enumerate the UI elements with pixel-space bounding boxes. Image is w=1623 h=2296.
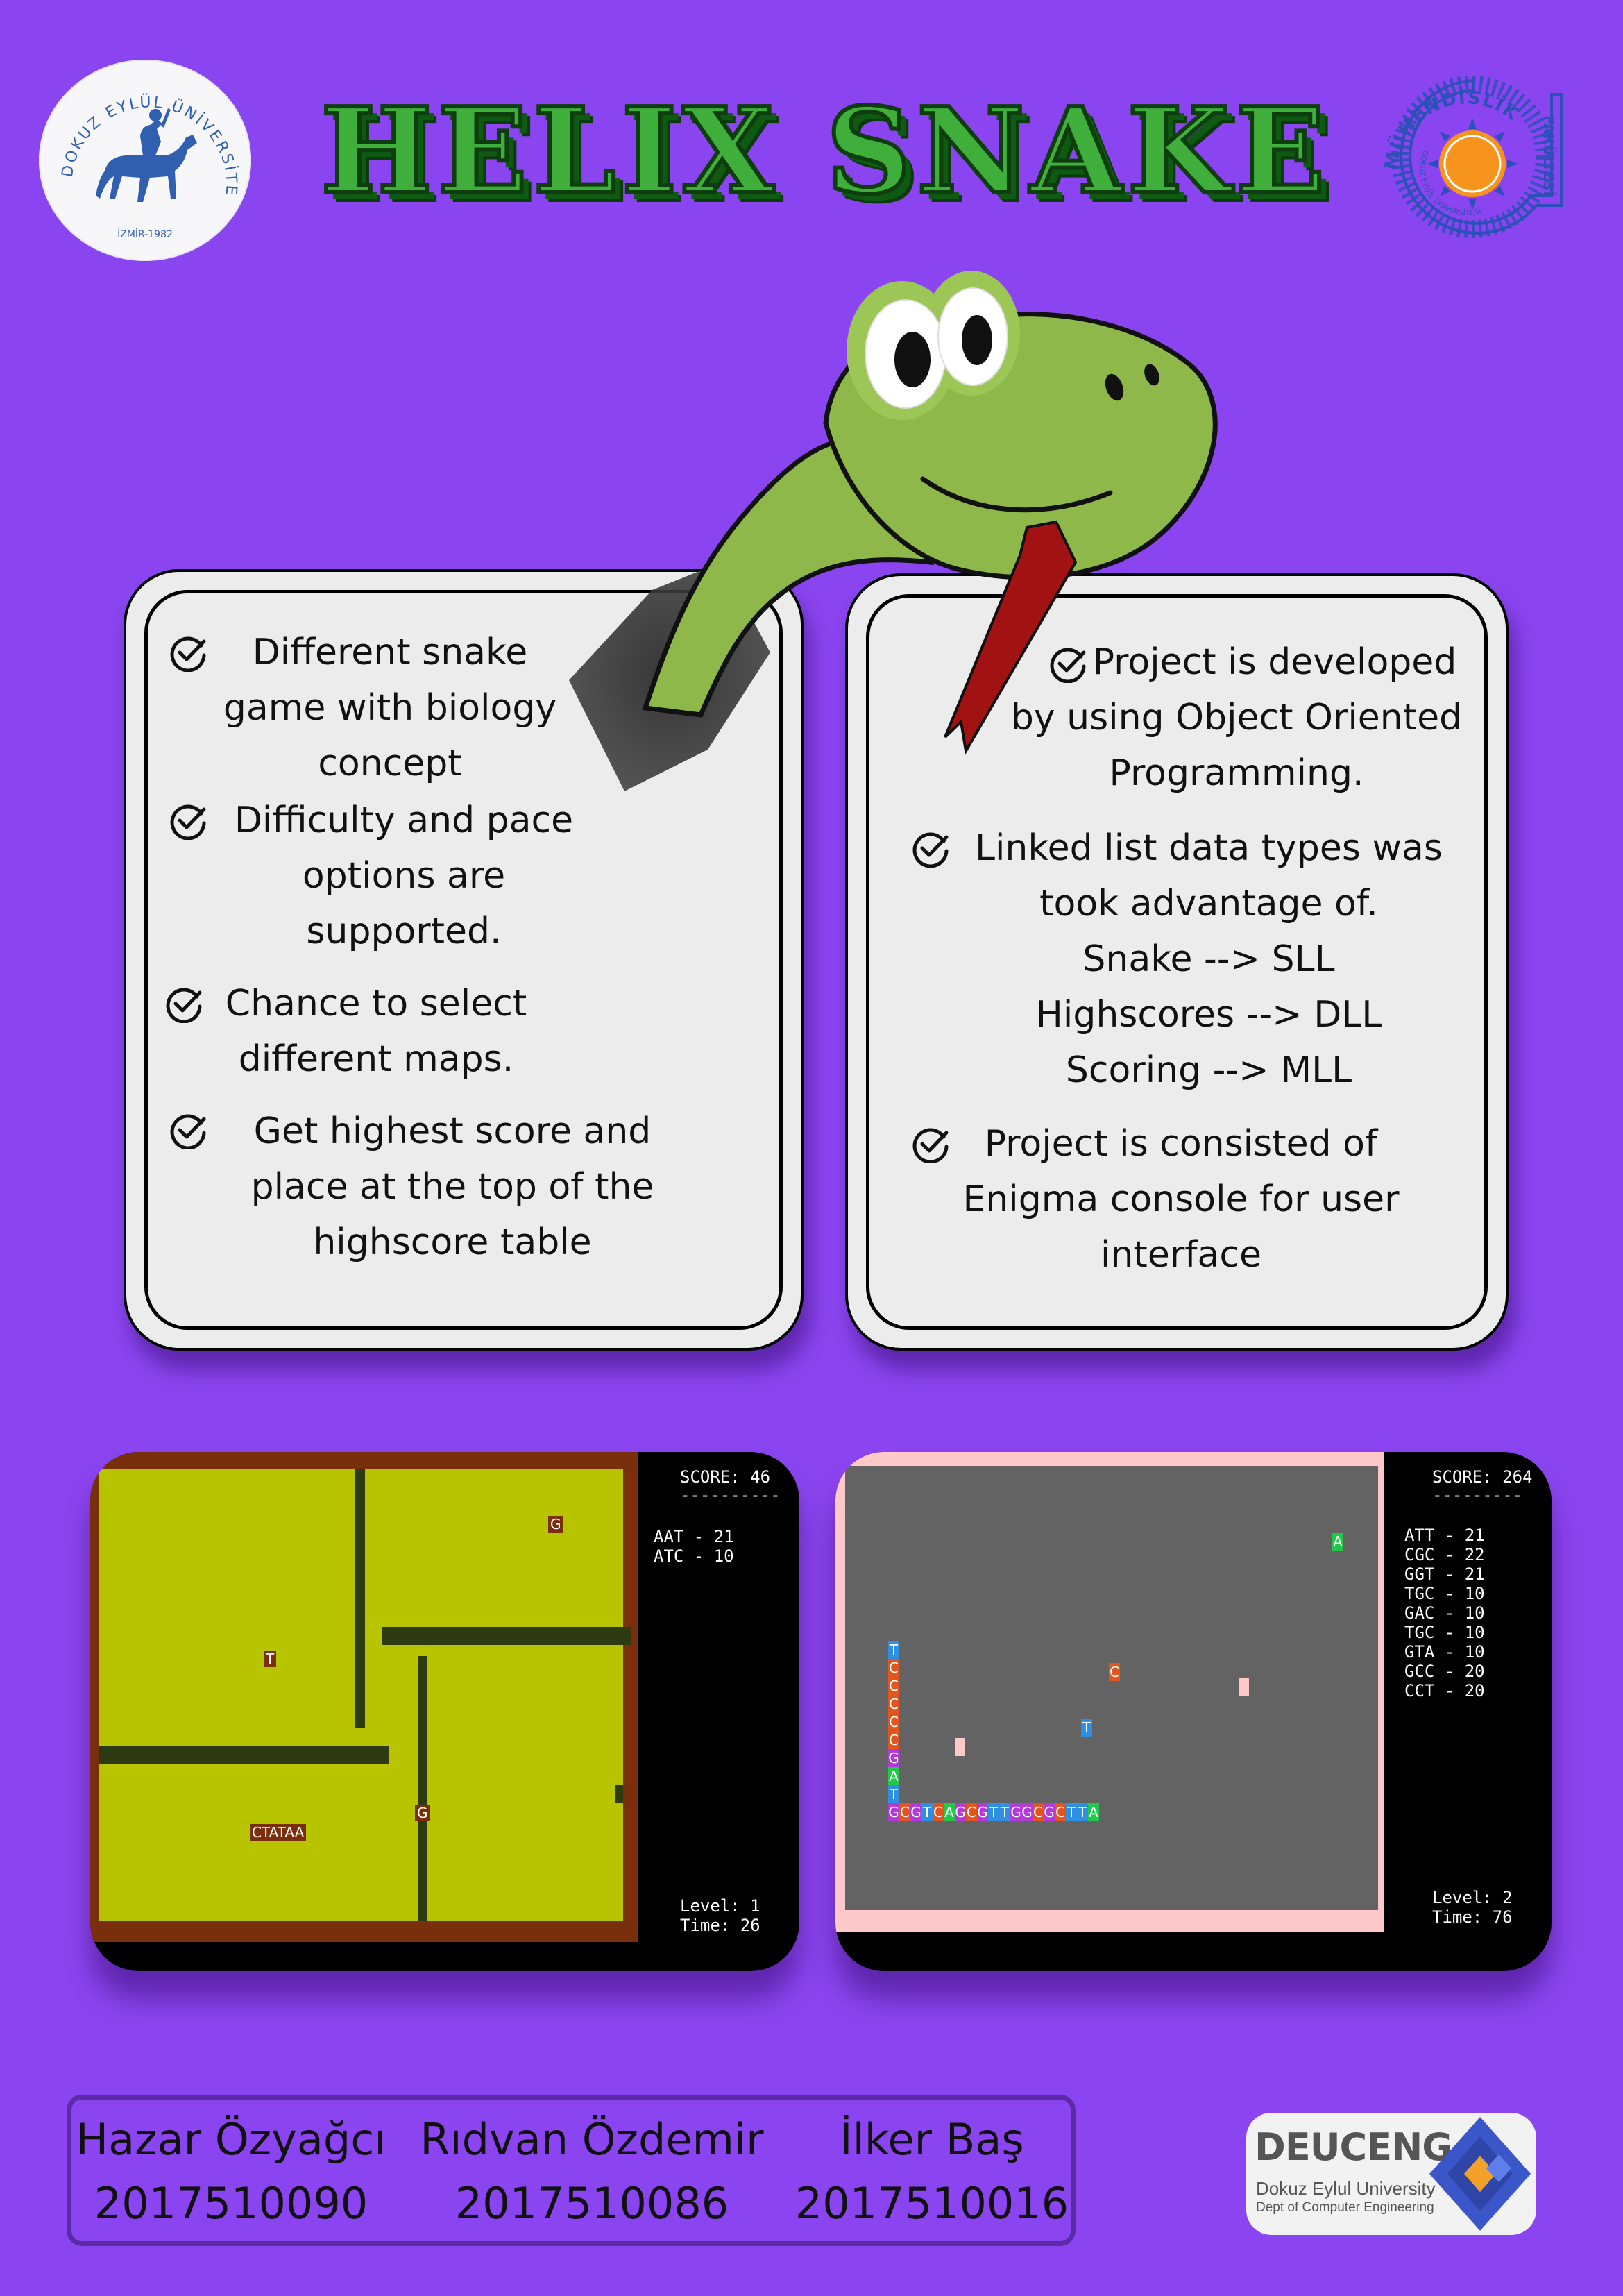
codon-score: GTA - 10 <box>1404 1642 1485 1662</box>
logo-bottom-text: İZMİR-1982 <box>117 228 173 240</box>
snake-segment: C <box>933 1803 944 1821</box>
game-board: A C T TCCCCCGAT GCGTCAGCGTTGGCGCTTA <box>835 1452 1384 1932</box>
codon-score: CCT - 20 <box>1404 1681 1485 1700</box>
level-label: Level: 1 <box>680 1896 760 1916</box>
author: Hazar Özyağcı 2017510090 <box>71 2108 391 2236</box>
snake-segment: G <box>888 1749 899 1767</box>
university-logo: DOKUZ EYLÜL ÜNİVERSİTESİ İZMİR-1982 <box>39 60 251 261</box>
game-screenshot-level-1: G T G CTATAA SCORE: 46 ---------- AAT - … <box>90 1452 799 1971</box>
snake-segment: C <box>1055 1803 1066 1821</box>
codon-score: GGT - 21 <box>1404 1564 1485 1584</box>
author: Rıdvan Özdemir 2017510086 <box>418 2108 765 2236</box>
snake-body: CTATAA <box>250 1824 307 1841</box>
snake-segment: T <box>921 1803 933 1821</box>
feature-item: Get highest score and place at the top o… <box>250 1111 654 1263</box>
codon-score: ATT - 21 <box>1404 1526 1485 1545</box>
maze-wall <box>418 1656 427 1921</box>
horse-rider-icon: DOKUZ EYLÜL ÜNİVERSİTESİ İZMİR-1982 <box>39 60 238 240</box>
codon-score-list: ATT - 21 CGC - 22 GGT - 21 TGC - 10 GAC - 10… <box>1404 1526 1485 1700</box>
obstacle-block <box>1239 1678 1249 1696</box>
nucleotide-food: C <box>1109 1663 1120 1681</box>
department-logo: DEUCENG Dokuz Eylul University Dept of C… <box>1246 2113 1536 2235</box>
authors-box: Hazar Özyağcı 2017510090 Rıdvan Özdemir … <box>67 2095 1076 2246</box>
snake-segment: C <box>888 1677 899 1695</box>
game-screenshot-level-2: A C T TCCCCCGAT GCGTCAGCGTTGGCGCTTA SCOR… <box>835 1452 1552 1971</box>
snake-mascot-icon <box>569 271 1218 791</box>
poster-title: HELIX SNAKE <box>318 80 1331 223</box>
author: İlker Baş 2017510016 <box>793 2108 1071 2236</box>
snake-segment: T <box>1077 1803 1088 1821</box>
author-id: 2017510086 <box>454 2178 729 2229</box>
author-name: İlker Baş <box>840 2114 1024 2165</box>
maze-wall <box>615 1785 623 1803</box>
engineering-faculty-logo: MÜHENDİSLİK DOKUZ EYLÜL ÜNİVERSİTESİ FAK… <box>1370 67 1571 247</box>
level-label: Level: 2 <box>1432 1888 1513 1907</box>
snake-segment: C <box>966 1803 977 1821</box>
snake-segment: G <box>1044 1803 1055 1821</box>
feature-item: Different snake game with biology concep… <box>223 632 557 784</box>
nucleotide-food: A <box>1332 1533 1343 1551</box>
diamond-emblem-icon <box>1429 2117 1531 2231</box>
snake-segment: G <box>910 1803 921 1821</box>
maze-wall <box>99 1746 389 1764</box>
codon-score: AAT - 21 <box>654 1527 734 1546</box>
snake-segment: G <box>977 1803 988 1821</box>
snake-segment: T <box>888 1641 899 1659</box>
time-label: Time: 26 <box>680 1916 760 1935</box>
check-circle-icon <box>912 832 949 868</box>
score-label: SCORE: 264 <box>1432 1467 1533 1487</box>
time-label: Time: 76 <box>1432 1907 1513 1927</box>
codon-score: ATC - 10 <box>654 1546 734 1566</box>
snake-segment: T <box>999 1803 1010 1821</box>
snake-segment: C <box>1033 1803 1044 1821</box>
sun-emblem-icon: MÜHENDİSLİK DOKUZ EYLÜL ÜNİVERSİTESİ FAK… <box>1381 76 1563 238</box>
snake-segment: A <box>1088 1803 1099 1821</box>
maze-wall <box>382 1627 631 1645</box>
snake-segment: T <box>888 1785 899 1803</box>
snake-segment: C <box>888 1731 899 1749</box>
nucleotide-food: T <box>1081 1719 1092 1737</box>
author-name: Rıdvan Özdemir <box>420 2114 764 2165</box>
obstacle-block <box>955 1738 965 1756</box>
snake-segment: G <box>888 1803 899 1821</box>
department-brand: DEUCENG <box>1255 2125 1453 2169</box>
score-label: SCORE: 46 <box>680 1467 771 1487</box>
author-id: 2017510090 <box>94 2178 368 2229</box>
author-id: 2017510016 <box>794 2178 1069 2229</box>
codon-score: GAC - 10 <box>1404 1603 1485 1623</box>
faculty-side-text: FAKÜLTESİ <box>1540 115 1557 196</box>
nucleotide-food: G <box>548 1516 563 1533</box>
snake-segment: C <box>899 1803 910 1821</box>
snake-segment: C <box>888 1713 899 1731</box>
snake-segment: T <box>1066 1803 1077 1821</box>
snake-segment: C <box>888 1659 899 1677</box>
codon-score: TGC - 10 <box>1404 1584 1485 1603</box>
feature-item: Project is consisted of Enigma console f… <box>962 1123 1400 1276</box>
snake-segment: G <box>955 1803 966 1821</box>
snake-segment: A <box>944 1803 955 1821</box>
play-field: A C T TCCCCCGAT GCGTCAGCGTTGGCGCTTA <box>845 1466 1378 1910</box>
check-circle-icon <box>166 988 202 1023</box>
maze-wall <box>355 1469 365 1728</box>
snake-segment: C <box>888 1695 899 1713</box>
feature-item: Chance to select different maps. <box>225 983 527 1080</box>
department-line-2: Dept of Computer Engineering <box>1256 2200 1434 2215</box>
department-line-1: Dokuz Eylul University <box>1256 2178 1436 2199</box>
feature-item: Linked list data types was took advantag… <box>975 827 1443 1091</box>
snake-segment: G <box>1010 1803 1021 1821</box>
snake-segment: G <box>1021 1803 1033 1821</box>
play-field: G T G CTATAA <box>99 1469 631 1921</box>
score-divider: --------- <box>1432 1485 1523 1505</box>
nucleotide-food: G <box>415 1805 430 1821</box>
codon-score: TGC - 10 <box>1404 1623 1485 1642</box>
snake-segment: T <box>988 1803 999 1821</box>
author-name: Hazar Özyağcı <box>76 2114 386 2165</box>
codon-score: GCC - 20 <box>1404 1662 1485 1681</box>
nucleotide-food: T <box>264 1651 277 1667</box>
snake-segment: A <box>888 1767 899 1785</box>
score-divider: ---------- <box>680 1485 781 1505</box>
game-board: G T G CTATAA <box>90 1452 638 1942</box>
codon-score: CGC - 22 <box>1404 1545 1485 1564</box>
